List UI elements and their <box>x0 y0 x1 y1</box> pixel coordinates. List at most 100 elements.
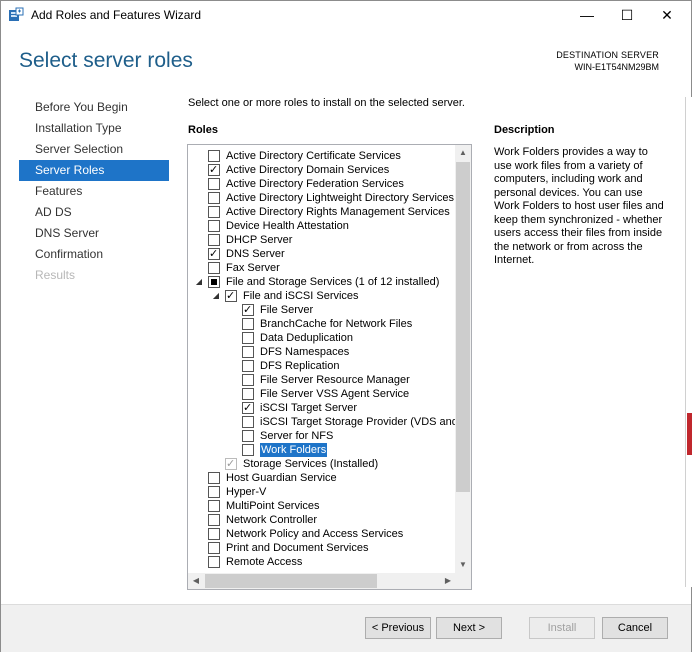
role-label: Fax Server <box>226 262 280 274</box>
nav-item-installation-type[interactable]: Installation Type <box>19 118 169 139</box>
role-row[interactable]: Print and Document Services <box>188 541 456 555</box>
role-row[interactable]: Active Directory Domain Services <box>188 163 456 177</box>
role-checkbox[interactable] <box>208 206 220 218</box>
nav-item-server-selection[interactable]: Server Selection <box>19 139 169 160</box>
role-row[interactable]: Network Controller <box>188 513 456 527</box>
role-label: DHCP Server <box>226 234 293 246</box>
role-row[interactable]: File Server Resource Manager <box>188 373 456 387</box>
role-checkbox[interactable] <box>242 304 254 316</box>
role-label: MultiPoint Services <box>226 500 320 512</box>
maximize-button[interactable]: ☐ <box>607 1 647 29</box>
role-checkbox[interactable] <box>208 220 220 232</box>
role-checkbox[interactable] <box>208 164 220 176</box>
role-row[interactable]: iSCSI Target Server <box>188 401 456 415</box>
role-row[interactable]: MultiPoint Services <box>188 499 456 513</box>
minimize-button[interactable]: — <box>567 1 607 29</box>
scroll-right-icon[interactable]: ▶ <box>440 573 456 589</box>
role-checkbox[interactable] <box>242 444 254 456</box>
role-label: DFS Replication <box>260 360 340 372</box>
role-row[interactable]: Device Health Attestation <box>188 219 456 233</box>
role-row[interactable]: Active Directory Lightweight Directory S… <box>188 191 456 205</box>
role-row[interactable]: ◢ File and iSCSI Services <box>188 289 456 303</box>
close-button[interactable]: ✕ <box>647 1 687 29</box>
role-checkbox[interactable] <box>208 542 220 554</box>
previous-button[interactable]: < Previous <box>365 617 431 639</box>
role-checkbox[interactable] <box>242 430 254 442</box>
role-row[interactable]: iSCSI Target Storage Provider (VDS and V… <box>188 415 471 429</box>
role-label: File and iSCSI Services <box>243 290 359 302</box>
role-row[interactable]: DNS Server <box>188 247 456 261</box>
role-row[interactable]: Server for NFS <box>188 429 456 443</box>
role-label: Device Health Attestation <box>226 220 349 232</box>
nav-item-dns-server[interactable]: DNS Server <box>19 223 169 244</box>
role-row[interactable]: BranchCache for Network Files <box>188 317 456 331</box>
expand-arrow-icon[interactable]: ◢ <box>194 275 204 289</box>
role-label: Active Directory Certificate Services <box>226 150 401 162</box>
scroll-down-icon[interactable]: ▼ <box>455 557 471 573</box>
role-checkbox[interactable] <box>208 248 220 260</box>
vertical-scrollbar[interactable]: ▲ ▼ <box>455 145 471 573</box>
role-row[interactable]: File Server <box>188 303 456 317</box>
role-row[interactable]: Work Folders <box>188 443 456 457</box>
wizard-nav: Before You Begin Installation Type Server … <box>19 97 169 286</box>
role-row[interactable]: Active Directory Rights Management Servi… <box>188 205 456 219</box>
role-checkbox[interactable] <box>208 192 220 204</box>
scroll-up-icon[interactable]: ▲ <box>455 145 471 161</box>
role-checkbox[interactable] <box>208 486 220 498</box>
role-row[interactable]: Network Policy and Access Services <box>188 527 456 541</box>
role-checkbox[interactable] <box>242 388 254 400</box>
role-checkbox[interactable] <box>242 416 254 428</box>
nav-item-confirmation[interactable]: Confirmation <box>19 244 169 265</box>
nav-item-server-roles[interactable]: Server Roles <box>19 160 169 181</box>
install-button[interactable]: Install <box>529 617 595 639</box>
role-checkbox[interactable] <box>208 514 220 526</box>
nav-item-ad-ds[interactable]: AD DS <box>19 202 169 223</box>
role-checkbox[interactable] <box>225 290 237 302</box>
next-button[interactable]: Next > <box>436 617 502 639</box>
vertical-scroll-thumb[interactable] <box>456 162 470 492</box>
nav-item-features[interactable]: Features <box>19 181 169 202</box>
scroll-left-icon[interactable]: ◀ <box>188 573 204 589</box>
role-checkbox[interactable] <box>208 178 220 190</box>
role-row[interactable]: Host Guardian Service <box>188 471 456 485</box>
role-checkbox[interactable] <box>208 528 220 540</box>
role-checkbox[interactable] <box>208 262 220 274</box>
role-checkbox[interactable] <box>242 402 254 414</box>
role-row[interactable]: Fax Server <box>188 261 456 275</box>
role-row[interactable]: ◢ File and Storage Services (1 of 12 inst… <box>188 275 456 289</box>
horizontal-scroll-thumb[interactable] <box>205 574 377 588</box>
role-row[interactable]: DFS Namespaces <box>188 345 456 359</box>
description-text: Work Folders provides a way to use work … <box>494 146 664 266</box>
role-label: Active Directory Lightweight Directory S… <box>226 192 455 204</box>
role-checkbox[interactable] <box>242 346 254 358</box>
role-row[interactable]: DFS Replication <box>188 359 456 373</box>
role-checkbox[interactable] <box>208 556 220 568</box>
role-checkbox[interactable] <box>242 360 254 372</box>
role-checkbox[interactable] <box>208 276 220 288</box>
role-checkbox[interactable] <box>242 374 254 386</box>
cancel-button[interactable]: Cancel <box>602 617 668 639</box>
role-checkbox[interactable] <box>208 472 220 484</box>
role-checkbox[interactable] <box>242 332 254 344</box>
role-row[interactable]: Active Directory Federation Services <box>188 177 456 191</box>
role-row[interactable]: Data Deduplication <box>188 331 456 345</box>
role-row[interactable]: Remote Access <box>188 555 456 569</box>
role-checkbox[interactable] <box>208 234 220 246</box>
role-checkbox <box>225 458 237 470</box>
role-row[interactable]: Active Directory Certificate Services <box>188 149 456 163</box>
role-label: Host Guardian Service <box>226 472 337 484</box>
role-row[interactable]: Storage Services (Installed) <box>188 457 456 471</box>
role-checkbox[interactable] <box>208 150 220 162</box>
role-row[interactable]: File Server VSS Agent Service <box>188 387 456 401</box>
roles-tree[interactable]: Active Directory Certificate Services Act… <box>187 144 472 590</box>
role-row[interactable]: DHCP Server <box>188 233 456 247</box>
role-label: File Server <box>260 304 314 316</box>
expand-arrow-icon[interactable]: ◢ <box>211 289 221 303</box>
horizontal-scrollbar[interactable]: ◀ ▶ <box>188 573 456 589</box>
role-checkbox[interactable] <box>242 318 254 330</box>
role-checkbox[interactable] <box>208 500 220 512</box>
role-label: Work Folders <box>260 443 328 457</box>
wizard-window: Add Roles and Features Wizard — ☐ ✕ Sele… <box>0 0 692 652</box>
role-row[interactable]: Hyper-V <box>188 485 456 499</box>
nav-item-before-you-begin[interactable]: Before You Begin <box>19 97 169 118</box>
